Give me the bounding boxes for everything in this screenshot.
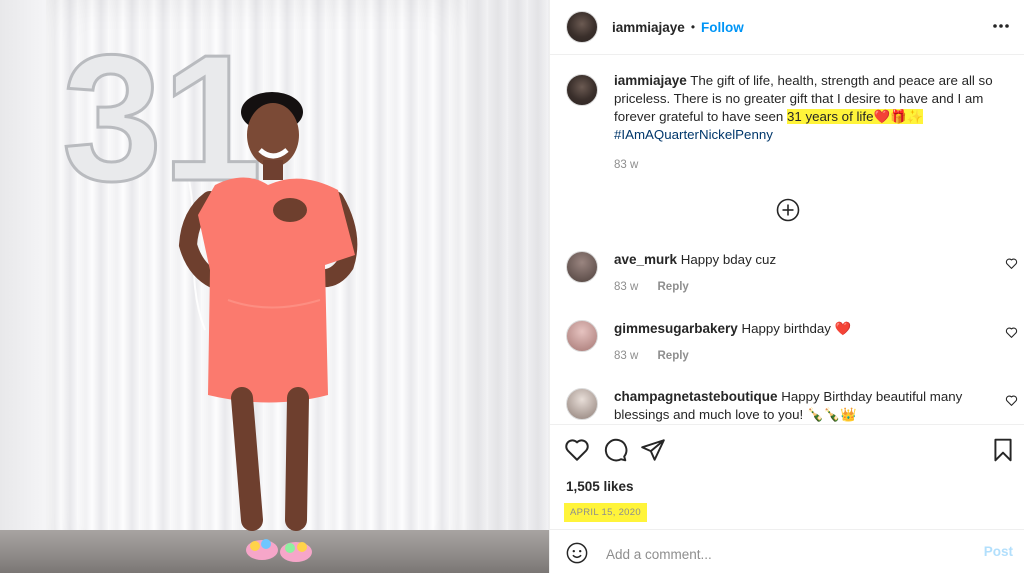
comment-username[interactable]: gimmesugarbakery bbox=[614, 321, 738, 336]
comment-emoji: 🍾🍾👑 bbox=[806, 407, 857, 422]
caption-hashtag[interactable]: #IAmAQuarterNickelPenny bbox=[614, 127, 773, 142]
comment-heart-icon[interactable] bbox=[1005, 326, 1018, 339]
comment-text-row: champagnetasteboutique Happy Birthday be… bbox=[614, 388, 994, 424]
post-header: iammiajaye • Follow bbox=[550, 0, 1024, 55]
comment-text-row: gimmesugarbakery Happy birthday ❤️ bbox=[614, 320, 994, 338]
comment-item: gimmesugarbakery Happy birthday ❤️ 83 w … bbox=[566, 320, 1018, 362]
comment-item: ave_murk Happy bday cuz 83 w Reply bbox=[566, 251, 1018, 293]
follow-button[interactable]: Follow bbox=[701, 20, 744, 35]
post-photo[interactable]: 31 bbox=[0, 0, 549, 573]
comment-avatar[interactable] bbox=[566, 251, 598, 283]
post-caption: iammiajaye The gift of life, health, str… bbox=[566, 72, 1011, 174]
comment-composer: Post bbox=[550, 529, 1024, 575]
comment-input[interactable] bbox=[604, 540, 948, 568]
comment-emoji: ❤️ bbox=[834, 321, 852, 336]
more-icon[interactable] bbox=[991, 16, 1011, 36]
load-more-icon[interactable] bbox=[776, 198, 800, 222]
comment-username[interactable]: champagnetasteboutique bbox=[614, 389, 778, 404]
comment-age: 83 w bbox=[614, 281, 639, 293]
caption-highlight: 31 years of life❤️🎁✨ bbox=[786, 109, 924, 124]
comment-text: Happy birthday bbox=[741, 321, 831, 336]
comment-meta: 83 w Reply bbox=[614, 350, 1018, 362]
caption-highlight-emoji: ❤️🎁✨ bbox=[873, 109, 924, 124]
comment-heart-icon[interactable] bbox=[1005, 394, 1018, 407]
separator-dot: • bbox=[690, 20, 696, 34]
comment-icon[interactable] bbox=[602, 437, 628, 463]
birthday-figure-illustration: 31 bbox=[61, 17, 358, 562]
share-icon[interactable] bbox=[640, 437, 666, 463]
comment-meta: 83 w Reply bbox=[614, 281, 1018, 293]
caption-username[interactable]: iammiajaye bbox=[614, 73, 687, 88]
avatar[interactable] bbox=[566, 11, 598, 43]
reply-button[interactable]: Reply bbox=[658, 350, 689, 362]
bookmark-icon[interactable] bbox=[990, 437, 1016, 463]
emoji-icon[interactable] bbox=[566, 542, 588, 564]
caption-avatar[interactable] bbox=[566, 74, 598, 106]
post-actions: 1,505 likes APRIL 15, 2020 Post bbox=[550, 424, 1024, 574]
likes-count[interactable]: 1,505 likes bbox=[566, 479, 634, 494]
comment-avatar[interactable] bbox=[566, 388, 598, 420]
heart-icon[interactable] bbox=[564, 437, 590, 463]
post-date: APRIL 15, 2020 bbox=[564, 503, 647, 522]
comment-heart-icon[interactable] bbox=[1005, 257, 1018, 270]
comment-avatar[interactable] bbox=[566, 320, 598, 352]
post-button[interactable]: Post bbox=[984, 544, 1013, 559]
caption-age: 83 w bbox=[614, 159, 639, 171]
comment-age: 83 w bbox=[614, 350, 639, 362]
comment-text-row: ave_murk Happy bday cuz bbox=[614, 251, 994, 269]
comment-username[interactable]: ave_murk bbox=[614, 252, 677, 267]
comments-list[interactable]: ave_murk Happy bday cuz 83 w Reply gimme… bbox=[550, 240, 1024, 424]
comment-item: champagnetasteboutique Happy Birthday be… bbox=[566, 388, 1018, 424]
caption-body: iammiajaye The gift of life, health, str… bbox=[614, 72, 1011, 174]
caption-highlight-text: 31 years of life bbox=[786, 109, 874, 124]
post-side-panel: iammiajaye • Follow iammiajaye The gift … bbox=[549, 0, 1024, 574]
comment-text: Happy bday cuz bbox=[680, 252, 777, 267]
reply-button[interactable]: Reply bbox=[658, 281, 689, 293]
header-username[interactable]: iammiajaye bbox=[612, 20, 685, 35]
